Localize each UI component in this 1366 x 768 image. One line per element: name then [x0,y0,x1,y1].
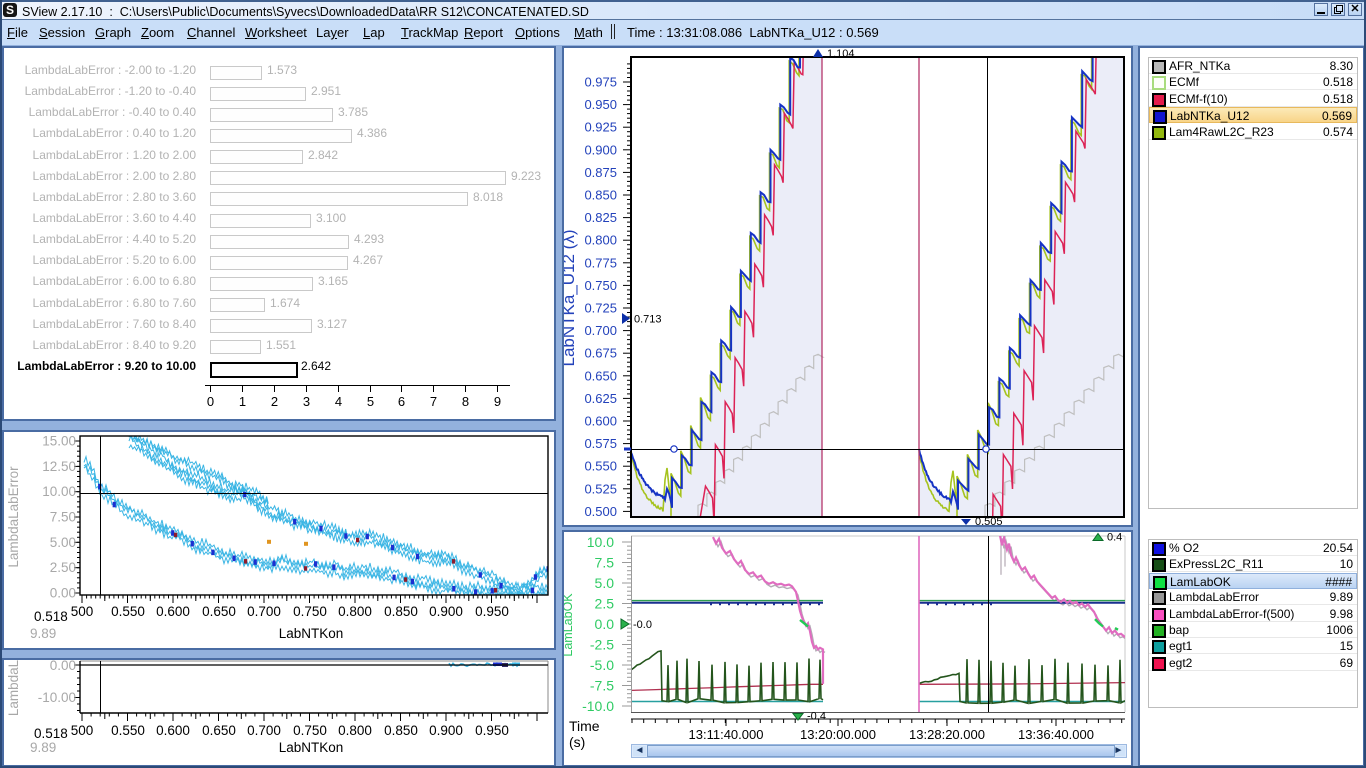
svg-text:0.518: 0.518 [34,726,68,741]
svg-text:0.00: 0.00 [50,586,76,601]
svg-text:LabNTKon: LabNTKon [279,626,344,641]
svg-text:0.850: 0.850 [384,604,418,619]
svg-text:LamLabOK: LamLabOK [564,593,575,657]
svg-text:12.50: 12.50 [42,459,76,474]
svg-text:-10.00: -10.00 [38,690,76,705]
svg-text:0.750: 0.750 [293,604,327,619]
svg-text:0.625: 0.625 [584,391,617,406]
svg-text:0.825: 0.825 [584,210,617,225]
svg-text:0.775: 0.775 [584,255,617,270]
svg-text:-2.5: -2.5 [590,637,614,653]
svg-text:13:36:40.000: 13:36:40.000 [1018,727,1094,742]
svg-text:0.850: 0.850 [584,188,617,203]
svg-text:0.900: 0.900 [429,723,463,738]
svg-text:-0.4: -0.4 [807,711,826,723]
svg-text:0.950: 0.950 [584,97,617,112]
svg-text:0.505: 0.505 [975,516,1003,525]
svg-text:0.700: 0.700 [247,723,281,738]
svg-text:9.89: 9.89 [30,740,56,755]
svg-text:13:20:00.000: 13:20:00.000 [800,727,876,742]
svg-text:9.89: 9.89 [30,626,56,641]
svg-text:-0.0: -0.0 [633,619,652,631]
svg-text:500: 500 [71,604,94,619]
svg-text:0.550: 0.550 [111,604,145,619]
svg-text:-5.0: -5.0 [590,657,614,673]
svg-text:0.600: 0.600 [584,414,617,429]
svg-text:0.925: 0.925 [584,120,617,135]
svg-text:0.500: 0.500 [584,504,617,519]
svg-text:15.00: 15.00 [42,434,76,449]
svg-text:7.5: 7.5 [595,555,615,571]
svg-text:0.700: 0.700 [247,604,281,619]
svg-text:0.713: 0.713 [634,314,662,326]
svg-text:2.5: 2.5 [595,596,615,612]
svg-text:0.650: 0.650 [584,368,617,383]
svg-text:0.525: 0.525 [584,481,617,496]
svg-text:0.650: 0.650 [202,723,236,738]
svg-text:LabNTKa_U12 (λ): LabNTKa_U12 (λ) [564,229,578,366]
svg-text:0.750: 0.750 [584,278,617,293]
svg-text:13:28:20.000: 13:28:20.000 [909,727,985,742]
svg-text:-7.5: -7.5 [590,678,614,694]
svg-text:0.4: 0.4 [1107,532,1122,544]
svg-text:5.00: 5.00 [50,535,76,550]
svg-text:0.675: 0.675 [584,346,617,361]
svg-text:LabNTKon: LabNTKon [279,740,344,755]
svg-text:0.875: 0.875 [584,165,617,180]
svg-text:0.725: 0.725 [584,301,617,316]
svg-text:0.950: 0.950 [475,723,509,738]
svg-text:0.600: 0.600 [156,723,190,738]
svg-text:1.104: 1.104 [827,48,855,60]
svg-text:0.518: 0.518 [34,609,68,624]
svg-text:2.50: 2.50 [50,560,76,575]
svg-text:500: 500 [71,723,94,738]
svg-text:0.550: 0.550 [584,459,617,474]
svg-text:0.600: 0.600 [156,604,190,619]
svg-text:10.0: 10.0 [587,534,614,550]
svg-text:0.900: 0.900 [429,604,463,619]
svg-text:0.575: 0.575 [584,436,617,451]
svg-text:0.700: 0.700 [584,323,617,338]
svg-text:LambdaL: LambdaL [6,660,21,716]
svg-text:0.800: 0.800 [338,723,372,738]
svg-text:0.850: 0.850 [384,723,418,738]
svg-text:LambdaLabError: LambdaLabError [6,466,21,568]
svg-text:0.00: 0.00 [50,660,76,673]
svg-text:0.800: 0.800 [338,604,372,619]
svg-text:10.00: 10.00 [42,484,76,499]
svg-text:0.650: 0.650 [202,604,236,619]
svg-text:7.50: 7.50 [50,510,76,525]
svg-text:0.900: 0.900 [584,142,617,157]
svg-text:5.0: 5.0 [595,575,615,591]
svg-text:0.550: 0.550 [111,723,145,738]
svg-text:0.800: 0.800 [584,233,617,248]
svg-text:0.975: 0.975 [584,75,617,90]
svg-text:0.0: 0.0 [595,616,615,632]
svg-text:13:11:40.000: 13:11:40.000 [689,727,764,742]
svg-text:-10.0: -10.0 [582,698,614,714]
svg-text:0.950: 0.950 [475,604,509,619]
svg-text:0.750: 0.750 [293,723,327,738]
